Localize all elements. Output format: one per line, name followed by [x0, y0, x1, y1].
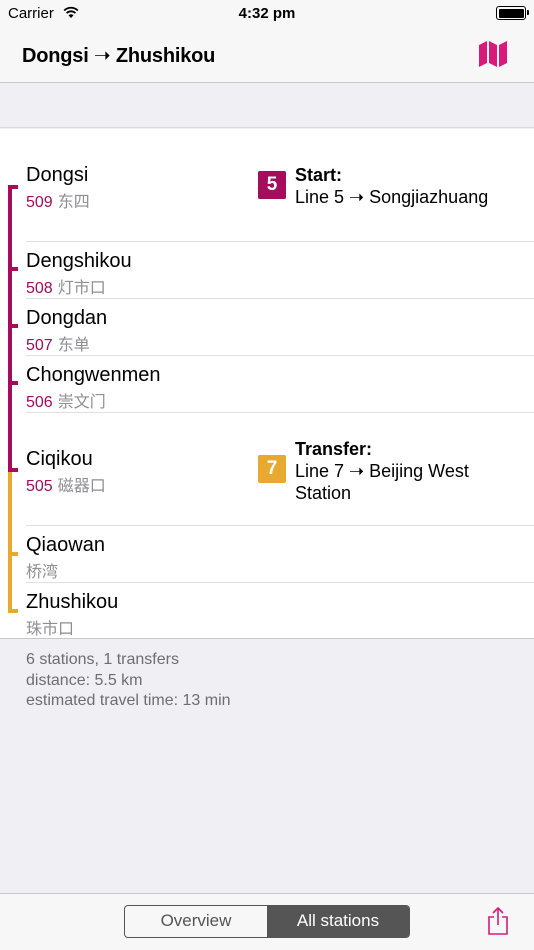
line-5-badge: 5 [258, 171, 286, 199]
transfer-heading: Transfer: [295, 439, 373, 459]
station-code-line: 505 磁器口 [26, 472, 106, 496]
station-name: Dongsi [26, 164, 89, 186]
segment-all-stations[interactable]: All stations [267, 906, 409, 937]
station-code-line: 506 崇文门 [26, 388, 106, 412]
segment-overview[interactable]: Overview [125, 906, 267, 937]
station-name: Zhushikou [26, 591, 119, 613]
station-chinese-name: 桥湾 [26, 564, 59, 581]
station-chinese-name: 崇文门 [57, 394, 106, 411]
station-chinese-name: 磁器口 [57, 478, 106, 495]
station-name: Chongwenmen [26, 364, 161, 386]
summary-distance: distance: 5.5 km [26, 671, 143, 689]
station-code-line: 507 东单 [26, 331, 90, 355]
list-item[interactable]: Qiaowan 桥湾 [0, 526, 534, 583]
station-name: Ciqikou [26, 448, 93, 470]
list-item[interactable]: Dengshikou 508 灯市口 [0, 242, 534, 299]
station-chinese-name: 灯市口 [57, 280, 106, 297]
view-segmented-control: Overview All stations [124, 905, 410, 938]
summary-stations: 6 stations, 1 transfers [26, 651, 179, 668]
list-item[interactable]: Dongdan 507 东单 [0, 299, 534, 356]
station-code: 508 [26, 280, 53, 297]
summary-travel-time: estimated travel time: 13 min [26, 692, 231, 709]
station-chinese-name: 珠市口 [26, 621, 75, 638]
battery-icon [496, 6, 529, 20]
station-code: 505 [26, 478, 53, 495]
list-item[interactable]: Dongsi 509 东四 5 Start: Line 5 ➝ Songjiazh… [0, 129, 534, 242]
station-chinese-name: 东单 [57, 337, 90, 354]
start-heading: Start: [295, 165, 343, 185]
header-spacer [0, 84, 534, 128]
clock: 4:32 pm [238, 5, 296, 22]
navigation-bar: Dongsi ➝ Zhushikou [0, 28, 534, 83]
map-icon[interactable] [478, 40, 508, 68]
transfer-info: Transfer: Line 7 ➝ Beijing West Station [295, 438, 525, 504]
station-code-line: 桥湾 [26, 558, 58, 582]
bottom-toolbar: Overview All stations [0, 893, 534, 950]
status-bar: Carrier 4:32 pm [0, 0, 534, 28]
station-name: Dongdan [26, 307, 108, 329]
station-list: Dongsi 509 东四 5 Start: Line 5 ➝ Songjiazh… [0, 129, 534, 639]
station-code: 509 [26, 194, 53, 211]
page-title: Dongsi ➝ Zhushikou [22, 45, 216, 67]
line-7-badge: 7 [258, 455, 286, 483]
station-code: 507 [26, 337, 53, 354]
station-code-line: 508 灯市口 [26, 274, 106, 298]
list-item[interactable]: Zhushikou 珠市口 [0, 583, 534, 639]
station-chinese-name: 东四 [57, 194, 90, 211]
station-code-line: 珠市口 [26, 615, 74, 639]
route-summary: 6 stations, 1 transfers distance: 5.5 km… [26, 650, 231, 712]
start-info: Start: Line 5 ➝ Songjiazhuang [295, 164, 525, 208]
share-icon[interactable] [486, 906, 510, 936]
list-item[interactable]: Ciqikou 505 磁器口 7 Transfer: Line 7 ➝ Beij… [0, 413, 534, 526]
station-name: Qiaowan [26, 534, 105, 556]
station-code: 506 [26, 394, 53, 411]
transfer-detail: Line 7 ➝ Beijing West Station [295, 461, 469, 503]
list-item[interactable]: Chongwenmen 506 崇文门 [0, 356, 534, 413]
station-name: Dengshikou [26, 250, 132, 272]
start-detail: Line 5 ➝ Songjiazhuang [295, 187, 489, 207]
station-code-line: 509 东四 [26, 188, 90, 212]
